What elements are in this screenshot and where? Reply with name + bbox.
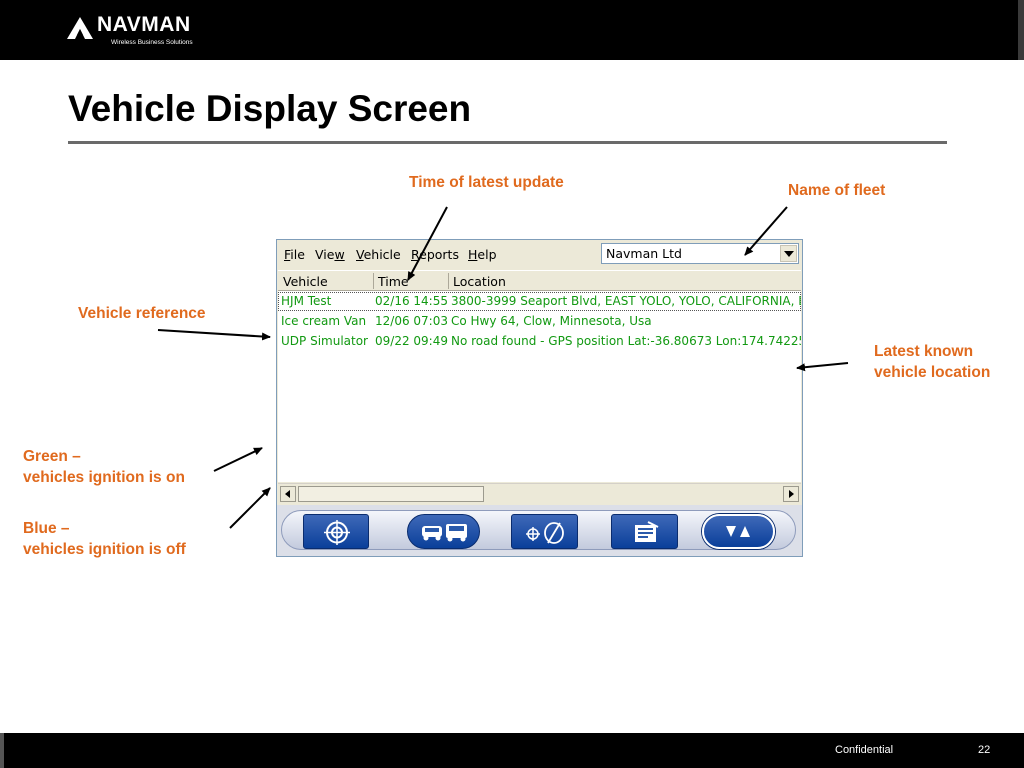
arrow-latest-location (796, 362, 849, 372)
arrow-vehicle-reference (157, 329, 271, 341)
footer-edge (0, 733, 4, 768)
page-number: 22 (978, 744, 991, 756)
footer-confidential: Confidential (835, 744, 894, 756)
callout-arrows (157, 206, 849, 529)
arrow-fleet-name (744, 206, 788, 256)
arrow-green-ignition (213, 447, 263, 472)
arrow-time-of-update (407, 206, 448, 281)
arrow-blue-ignition (229, 487, 271, 529)
